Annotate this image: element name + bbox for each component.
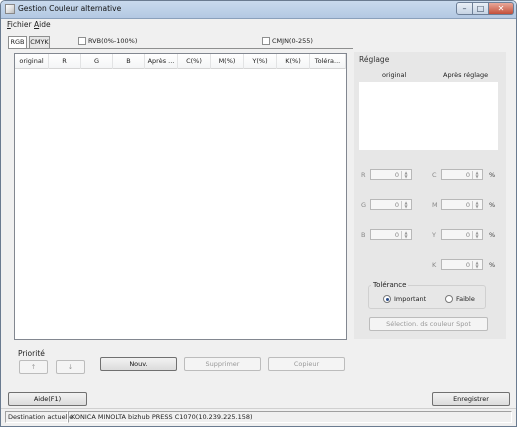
spin-arrows-icon[interactable]: ▲ ▼ xyxy=(472,171,481,179)
y-label: Y xyxy=(432,231,436,239)
reglage-original-header: original xyxy=(382,71,407,79)
status-destination: KONICA MINOLTA bizhub PRESS C1070(10.239… xyxy=(68,411,512,423)
k-value: 0 xyxy=(465,261,470,269)
col-original[interactable]: original xyxy=(15,54,49,69)
col-m[interactable]: M(%) xyxy=(211,54,244,69)
rvb-checkbox-label: RVB(0%-100%) xyxy=(88,37,138,45)
spin-arrows-icon[interactable]: ▲ ▼ xyxy=(401,231,410,239)
help-button[interactable]: Aide(F1) xyxy=(8,392,87,406)
r-label: R xyxy=(361,171,366,179)
spin-arrows-icon[interactable]: ▲ ▼ xyxy=(401,171,410,179)
spin-arrows-icon[interactable]: ▲ ▼ xyxy=(472,261,481,269)
app-icon xyxy=(5,4,15,14)
maximize-button[interactable]: □ xyxy=(472,2,489,15)
checkbox-box[interactable] xyxy=(262,37,270,45)
r-value: 0 xyxy=(394,171,399,179)
b-value: 0 xyxy=(394,231,399,239)
g-spinbox[interactable]: 0 ▲ ▼ xyxy=(370,199,412,210)
col-g[interactable]: G xyxy=(81,54,113,69)
priority-up-button[interactable]: ↑ xyxy=(19,360,48,374)
reglage-apres-header: Après réglage xyxy=(443,71,489,79)
m-value: 0 xyxy=(465,201,470,209)
spin-arrows-icon[interactable]: ▲ ▼ xyxy=(472,231,481,239)
k-label: K xyxy=(432,261,437,269)
col-tolerance[interactable]: Toléra... xyxy=(310,54,346,69)
tolerance-faible-label: Faible xyxy=(456,295,475,303)
m-unit: % xyxy=(489,201,496,209)
c-unit: % xyxy=(489,171,496,179)
col-k[interactable]: K(%) xyxy=(277,54,310,69)
col-apres[interactable]: Après ... xyxy=(145,54,178,69)
list-header: original R G B Après ... C(%) M(%) Y(%) … xyxy=(15,54,346,69)
r-spinbox[interactable]: 0 ▲ ▼ xyxy=(370,169,412,180)
menu-aide[interactable]: Aide xyxy=(34,20,51,29)
radio-selected-icon[interactable] xyxy=(383,295,391,303)
k-spinbox[interactable]: 0 ▲ ▼ xyxy=(441,259,483,270)
status-label: Destination actuelle xyxy=(5,411,73,423)
col-r[interactable]: R xyxy=(49,54,81,69)
col-y[interactable]: Y(%) xyxy=(244,54,277,69)
b-label: B xyxy=(361,231,366,239)
status-bar: Destination actuelle KONICA MINOLTA bizh… xyxy=(1,408,516,426)
tab-divider xyxy=(8,48,353,49)
col-c[interactable]: C(%) xyxy=(178,54,211,69)
minimize-button[interactable]: – xyxy=(456,2,473,15)
g-value: 0 xyxy=(394,201,399,209)
color-preview xyxy=(359,82,498,150)
spin-arrows-icon[interactable]: ▲ ▼ xyxy=(472,201,481,209)
c-label: C xyxy=(432,171,437,179)
checkbox-box[interactable] xyxy=(78,37,86,45)
new-button[interactable]: Nouv. xyxy=(100,357,177,371)
tolerance-title: Tolérance xyxy=(371,281,409,289)
y-value: 0 xyxy=(465,231,470,239)
g-label: G xyxy=(361,201,367,209)
c-spinbox[interactable]: 0 ▲ ▼ xyxy=(441,169,483,180)
color-list[interactable]: original R G B Après ... C(%) M(%) Y(%) … xyxy=(14,53,347,340)
tolerance-important-label: Important xyxy=(394,295,427,303)
c-value: 0 xyxy=(465,171,470,179)
reglage-panel: Réglage original Après réglage R 0 ▲ ▼ G … xyxy=(354,52,506,339)
priority-label: Priorité xyxy=(18,349,45,358)
window-title: Gestion Couleur alternative xyxy=(18,4,122,13)
title-bar: Gestion Couleur alternative – □ ✕ xyxy=(1,1,516,19)
cmjn-checkbox-label: CMJN(0-255) xyxy=(272,37,313,45)
tab-cmyk[interactable]: CMYK xyxy=(29,36,50,48)
k-unit: % xyxy=(489,261,496,269)
copy-button[interactable]: Copieur xyxy=(268,357,345,371)
priority-down-button[interactable]: ↓ xyxy=(56,360,85,374)
m-spinbox[interactable]: 0 ▲ ▼ xyxy=(441,199,483,210)
main-window: Gestion Couleur alternative – □ ✕ Fichie… xyxy=(0,0,517,427)
close-button[interactable]: ✕ xyxy=(488,2,514,15)
reglage-title: Réglage xyxy=(359,55,390,64)
b-spinbox[interactable]: 0 ▲ ▼ xyxy=(370,229,412,240)
radio-unselected-icon[interactable] xyxy=(445,295,453,303)
menu-bar: Fichier Aide xyxy=(1,19,516,30)
save-button[interactable]: Enregistrer xyxy=(432,392,510,406)
spin-arrows-icon[interactable]: ▲ ▼ xyxy=(401,201,410,209)
col-b[interactable]: B xyxy=(113,54,145,69)
menu-fichier[interactable]: Fichier xyxy=(7,20,32,29)
spot-color-button[interactable]: Sélection. ds couleur Spot xyxy=(369,317,488,331)
delete-button[interactable]: Supprimer xyxy=(184,357,261,371)
y-unit: % xyxy=(489,231,496,239)
y-spinbox[interactable]: 0 ▲ ▼ xyxy=(441,229,483,240)
m-label: M xyxy=(432,201,438,209)
